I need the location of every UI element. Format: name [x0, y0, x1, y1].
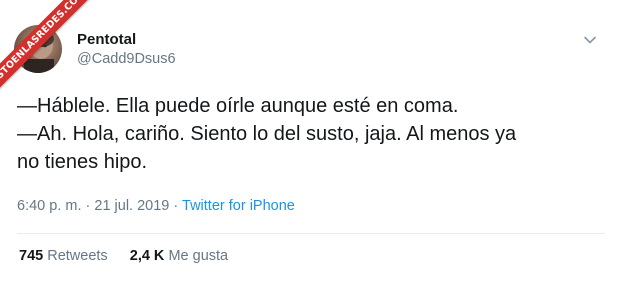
- retweets-count[interactable]: 745: [19, 248, 43, 264]
- tweet-source-link[interactable]: Twitter for iPhone: [182, 198, 295, 214]
- likes-count[interactable]: 2,4 K: [130, 248, 165, 264]
- tweet-stats: 745 Retweets 2,4 K Me gusta: [19, 248, 228, 264]
- tweet-meta: 6:40 p. m. · 21 jul. 2019 · Twitter for …: [17, 198, 295, 214]
- tweet-date[interactable]: 21 jul. 2019: [94, 198, 169, 214]
- display-name[interactable]: Pentotal: [77, 31, 136, 48]
- avatar[interactable]: [14, 25, 62, 73]
- tweet-text-line: —Háblele. Ella puede oírle aunque esté e…: [17, 95, 459, 117]
- retweets-label[interactable]: Retweets: [47, 248, 107, 264]
- tweet-card: VISTOENLASREDES.COM Pentotal @Cadd9Dsus6…: [0, 0, 617, 292]
- meta-separator: ·: [85, 198, 91, 214]
- avatar-image: [24, 31, 54, 73]
- divider: [17, 233, 605, 234]
- tweet-text-line: —Ah. Hola, cariño. Siento lo del susto, …: [17, 123, 517, 145]
- chevron-down-icon[interactable]: [583, 33, 597, 47]
- likes-label[interactable]: Me gusta: [168, 248, 228, 264]
- tweet-time[interactable]: 6:40 p. m.: [17, 198, 81, 214]
- meta-separator: ·: [173, 198, 179, 214]
- user-handle[interactable]: @Cadd9Dsus6: [77, 51, 176, 67]
- tweet-text-line: no tienes hipo.: [17, 151, 148, 173]
- tweet-text: —Háblele. Ella puede oírle aunque esté e…: [17, 92, 607, 176]
